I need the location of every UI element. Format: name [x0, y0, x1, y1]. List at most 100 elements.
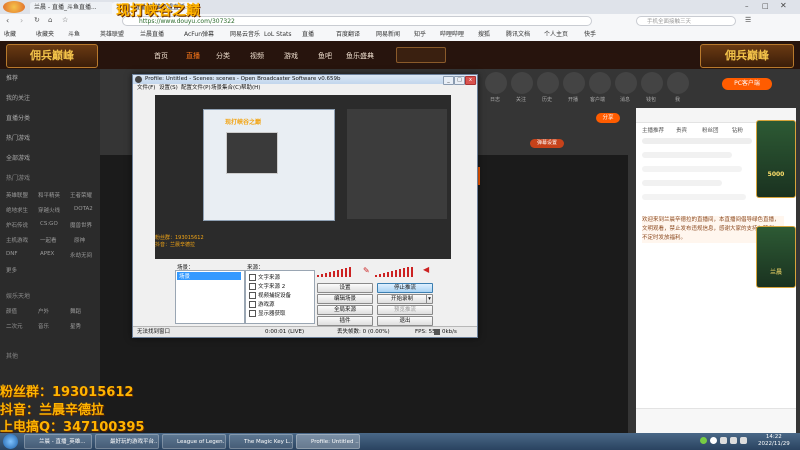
sidebar-game[interactable]: 更多 — [6, 266, 17, 274]
taskbar-clock[interactable]: 14:22 2022/11/29 — [758, 434, 790, 448]
taskbar-window[interactable]: League of Legen... — [162, 434, 226, 449]
obs-sources-list[interactable]: 文字来源 文字来源 2 视频捕捉设备 游戏源 显示器获取 — [245, 270, 315, 324]
chat-tab-diamond[interactable]: 钻粉 — [732, 126, 743, 134]
obs-scenes-list[interactable]: 场景 — [175, 270, 245, 324]
sidebar-game[interactable]: 一起看 — [40, 236, 57, 244]
bookmark-item[interactable]: 网易云音乐 — [230, 29, 260, 41]
client-icon[interactable] — [589, 72, 611, 94]
speaker-icon[interactable]: ◀ — [423, 265, 429, 274]
bookmark-item[interactable]: 个人主页 — [544, 29, 568, 41]
sidebar-item-following[interactable]: 我的关注 — [6, 93, 30, 102]
nav-category[interactable]: 分类 — [216, 51, 230, 61]
wallet-icon[interactable] — [641, 72, 663, 94]
bookmark-item[interactable]: 哔哩哔哩 — [440, 29, 464, 41]
taskbar-window[interactable]: 兰晨 - 直播_英雄... — [24, 434, 92, 449]
chat-tab-fans[interactable]: 粉丝团 — [702, 126, 719, 134]
checkbox-icon[interactable] — [249, 274, 256, 281]
sidebar-item-all[interactable]: 全部游戏 — [6, 153, 30, 162]
tray-icon[interactable] — [710, 437, 717, 444]
network-icon[interactable] — [720, 437, 727, 444]
obs-record-dropdown-icon[interactable]: ▾ — [426, 294, 433, 304]
volume-icon[interactable] — [730, 437, 737, 444]
obs-menu-help[interactable]: 帮助(H) — [241, 84, 260, 93]
chat-input-area[interactable] — [636, 408, 796, 434]
sidebar-item-hot[interactable]: 热门游戏 — [6, 133, 30, 142]
sidebar-ent[interactable]: 户外 — [38, 307, 49, 315]
bookmark-item[interactable]: 斗鱼 — [68, 29, 80, 41]
obs-source-item[interactable]: 游戏源 — [249, 300, 275, 308]
browser-search-input[interactable]: 手机全面接触三天 — [636, 16, 736, 26]
obs-source-item[interactable]: 视频捕捉设备 — [249, 291, 291, 299]
nav-video[interactable]: 视频 — [250, 51, 264, 61]
tab-douyu[interactable]: 兰晨 - 直播_斗鱼直播... — [30, 2, 114, 14]
obs-stop-stream-button[interactable]: 停止推流 — [377, 283, 433, 293]
obs-title-bar[interactable]: Profile: Untitled - Scenes: scenes - Ope… — [133, 75, 477, 84]
checkbox-icon[interactable] — [249, 292, 256, 299]
refresh-icon[interactable]: ↻ — [34, 16, 40, 24]
chat-tab-recommend[interactable]: 主播推荐 — [642, 126, 664, 134]
sidebar-game[interactable]: 永劫无间 — [70, 251, 92, 259]
home-icon[interactable]: ⌂ — [48, 16, 52, 24]
obs-scene-item[interactable]: 场景 — [177, 272, 241, 280]
obs-menu-profile[interactable]: 配置文件(P) — [181, 84, 211, 93]
obs-start-record-button[interactable]: 开始录制 — [377, 294, 427, 304]
minimize-icon[interactable]: – — [745, 2, 749, 10]
sidebar-game[interactable]: 王者荣耀 — [70, 191, 92, 199]
maximize-icon[interactable]: □ — [762, 2, 769, 10]
bookmark-item[interactable]: 搜狐 — [478, 29, 490, 41]
sidebar-game[interactable]: 穿越火线 — [38, 206, 60, 214]
history-icon[interactable] — [537, 72, 559, 94]
mic-volume-meter[interactable] — [317, 267, 363, 277]
obs-menu-file[interactable]: 文件(F) — [137, 84, 155, 93]
sidebar-game[interactable]: 原神 — [74, 236, 85, 244]
menu-icon[interactable]: ☰ — [745, 16, 751, 24]
obs-edit-scene-button[interactable]: 编辑场景 — [317, 294, 373, 304]
sidebar-game[interactable]: APEX — [40, 251, 54, 257]
obs-source-item[interactable]: 文字来源 2 — [249, 282, 285, 290]
bookmark-item[interactable]: 直播 — [302, 29, 314, 41]
header-search-input[interactable] — [396, 47, 446, 63]
sidebar-ent[interactable]: 舞蹈 — [70, 307, 81, 315]
nav-fishbar[interactable]: 鱼吧 — [318, 51, 332, 61]
sidebar-ent[interactable]: 二次元 — [6, 322, 23, 330]
bookmark-item[interactable]: 收藏夹 — [36, 29, 54, 41]
avatar[interactable] — [667, 72, 689, 94]
bookmark-item[interactable]: 腾讯文档 — [506, 29, 530, 41]
log-icon[interactable] — [485, 72, 507, 94]
nav-home[interactable]: 首页 — [154, 51, 168, 61]
close-icon[interactable]: ✕ — [780, 1, 787, 10]
obs-window[interactable]: Profile: Untitled - Scenes: scenes - Ope… — [132, 74, 478, 338]
bookmark-item[interactable]: LoL Stats — [264, 29, 291, 41]
bookmark-star-icon[interactable]: ☆ — [62, 16, 68, 24]
sidebar-ent[interactable]: 星秀 — [70, 322, 81, 330]
nav-live[interactable]: 直播 — [186, 51, 200, 61]
obs-menu-scene-collection[interactable]: 场景集合(C) — [211, 84, 241, 93]
obs-plugins-button[interactable]: 插件 — [317, 316, 373, 326]
gift-card[interactable]: 5000 — [756, 120, 796, 198]
bookmark-item[interactable]: 网易新闻 — [376, 29, 400, 41]
checkbox-icon[interactable] — [249, 283, 256, 290]
forward-icon[interactable]: › — [20, 16, 23, 25]
nav-festival[interactable]: 鱼乐盛典 — [346, 51, 374, 61]
checkbox-icon[interactable] — [249, 310, 256, 317]
obs-source-item[interactable]: 显示器获取 — [249, 309, 286, 317]
sidebar-ent[interactable]: 颜值 — [6, 307, 17, 315]
bookmark-item[interactable]: 兰晨直播 — [140, 29, 164, 41]
gift-card-2[interactable]: 兰晨 — [756, 226, 796, 288]
sidebar-item-recommend[interactable]: 推荐 — [6, 73, 18, 82]
desktop-volume-meter[interactable] — [375, 267, 421, 277]
sidebar-game[interactable]: CS:GO — [40, 221, 58, 227]
bookmark-item[interactable]: 知乎 — [414, 29, 426, 41]
bookmark-item[interactable]: 百度翻译 — [336, 29, 360, 41]
sidebar-game[interactable]: 和平精英 — [38, 191, 60, 199]
chat-tab-vip[interactable]: 贵宾 — [676, 126, 687, 134]
sidebar-game[interactable]: 绝地求生 — [6, 206, 28, 214]
site-logo[interactable]: 佣兵巅峰 — [6, 44, 98, 68]
pc-client-button[interactable]: PC客户端 — [722, 78, 772, 90]
taskbar-window[interactable]: 最好玩的游戏平台... — [95, 434, 159, 449]
start-button-icon[interactable] — [3, 434, 18, 449]
sidebar-ent[interactable]: 音乐 — [38, 322, 49, 330]
share-button[interactable]: 分享 — [596, 113, 620, 123]
bookmark-item[interactable]: 英雄联盟 — [100, 29, 124, 41]
sidebar-game[interactable]: 魔兽世界 — [70, 221, 92, 229]
